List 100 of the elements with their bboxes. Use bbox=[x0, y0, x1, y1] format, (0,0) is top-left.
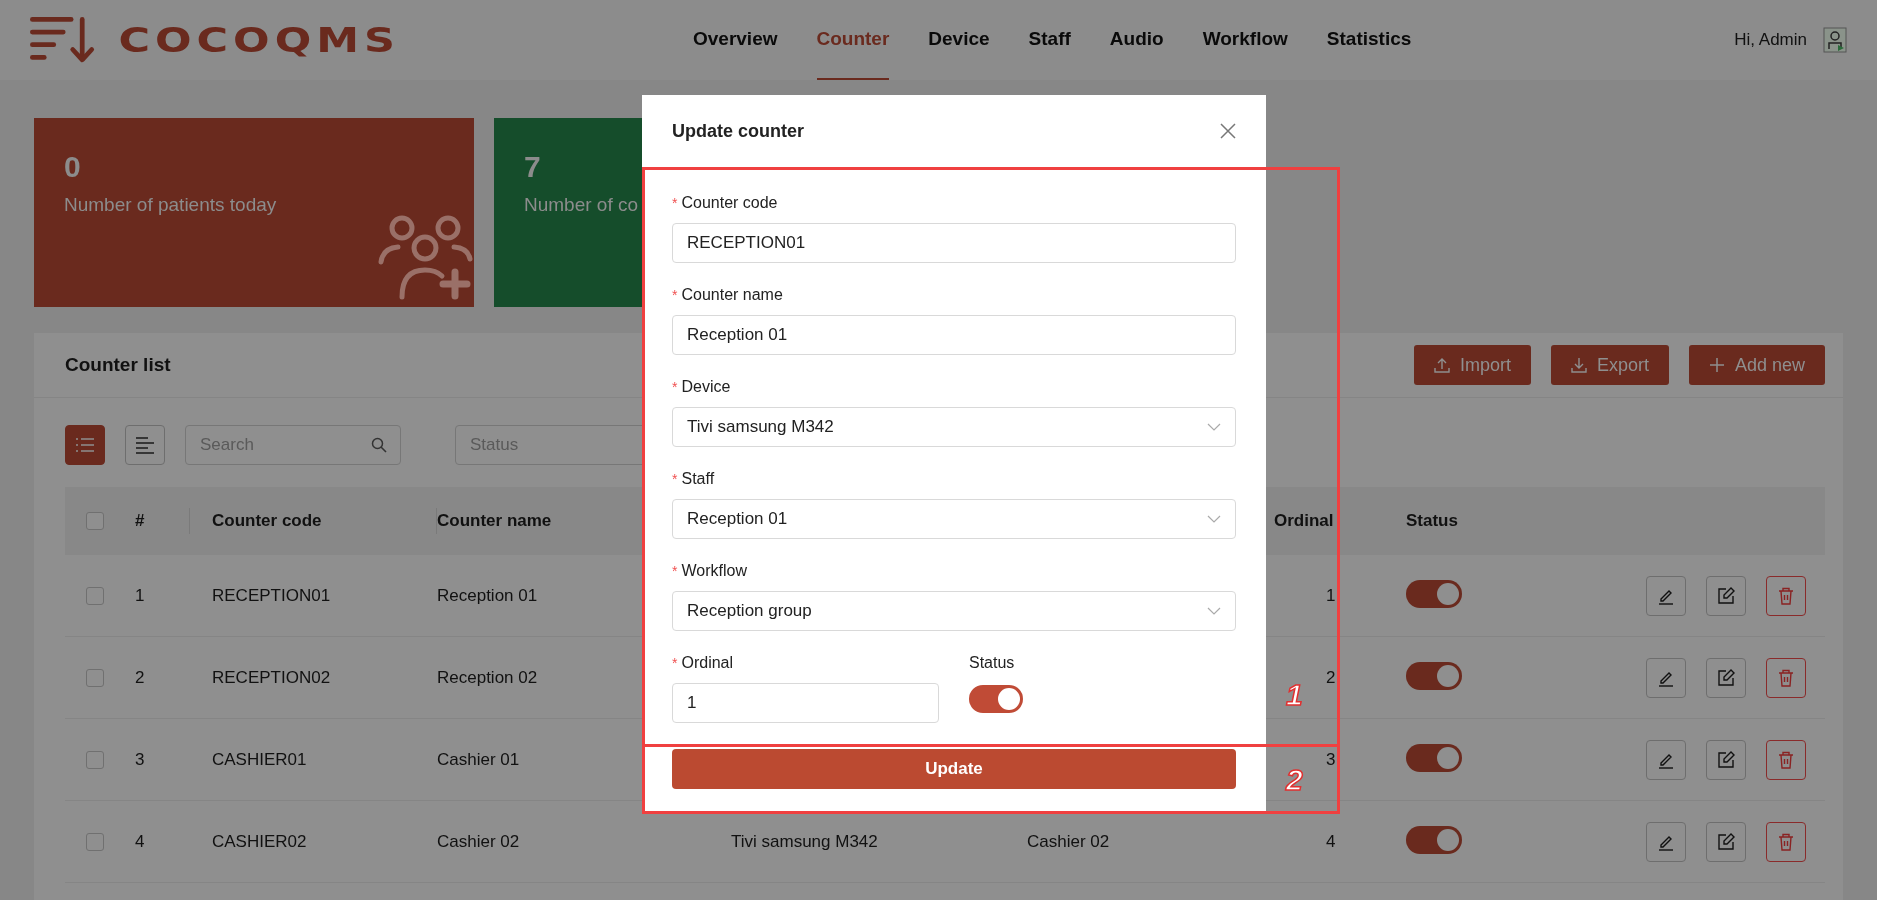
select-field[interactable]: Reception group bbox=[672, 591, 1236, 631]
edit-icon bbox=[1717, 750, 1735, 769]
table-cell: 2 bbox=[1326, 667, 1336, 687]
edit-button[interactable] bbox=[1706, 821, 1746, 862]
pen-button[interactable] bbox=[1646, 821, 1686, 862]
table-cell: Cashier 02 bbox=[437, 831, 520, 851]
field-label: Staff bbox=[681, 470, 715, 488]
field-label: Counter name bbox=[681, 286, 783, 304]
dialog-title: Update counter bbox=[672, 120, 804, 142]
search-icon bbox=[371, 437, 387, 453]
nav-tab[interactable]: Counter bbox=[816, 0, 890, 80]
stat-value: 7 bbox=[524, 150, 541, 184]
status-toggle[interactable] bbox=[969, 685, 1023, 713]
align-view-button[interactable] bbox=[125, 425, 165, 465]
table-cell: 2 bbox=[135, 667, 145, 687]
table-cell: Tivi samsung M342 bbox=[731, 831, 878, 851]
status-toggle[interactable] bbox=[1406, 825, 1462, 854]
table-cell: RECEPTION02 bbox=[212, 667, 331, 687]
table-cell: Cashier 02 bbox=[1027, 831, 1110, 851]
chevron-down-icon bbox=[1207, 423, 1221, 431]
greeting-text: Hi, Admin bbox=[1734, 30, 1807, 50]
stat-label: Number of co bbox=[524, 194, 639, 216]
list-view-button[interactable] bbox=[65, 425, 105, 465]
status-toggle[interactable] bbox=[1406, 661, 1462, 690]
column-header: Counter code bbox=[212, 511, 322, 530]
field-label: Workflow bbox=[681, 562, 747, 580]
update-button[interactable]: Update bbox=[672, 749, 1236, 789]
edit-icon bbox=[1717, 668, 1735, 687]
upload-icon bbox=[1433, 357, 1450, 373]
edit-button[interactable] bbox=[1706, 657, 1746, 698]
input-field[interactable]: Reception 01 bbox=[672, 315, 1236, 355]
avatar-icon[interactable] bbox=[1823, 27, 1847, 53]
stat-value: 0 bbox=[64, 150, 81, 184]
panel-title: Counter list bbox=[65, 354, 171, 376]
stat-label: Number of patients today bbox=[64, 194, 277, 216]
row-checkbox[interactable] bbox=[86, 668, 104, 687]
logo-text: COCOQMS bbox=[118, 20, 400, 60]
delete-button[interactable] bbox=[1766, 739, 1806, 780]
status-toggle[interactable] bbox=[1406, 743, 1462, 772]
nav-tab[interactable]: Audio bbox=[1109, 0, 1164, 80]
annotation-number: 2 bbox=[1286, 763, 1303, 797]
download-icon bbox=[1570, 357, 1587, 373]
add-new-button[interactable]: Add new bbox=[1688, 345, 1825, 385]
edit-button[interactable] bbox=[1706, 739, 1746, 780]
select-field[interactable]: Reception 01 bbox=[672, 499, 1236, 539]
plus-icon bbox=[1708, 357, 1725, 373]
table-cell: Reception 01 bbox=[437, 585, 538, 605]
table-cell: Cashier 01 bbox=[437, 749, 520, 769]
required-mark: * bbox=[672, 471, 678, 487]
input-field[interactable]: RECEPTION01 bbox=[672, 223, 1236, 263]
field-label: Device bbox=[681, 378, 731, 396]
row-checkbox[interactable] bbox=[86, 832, 104, 851]
required-mark: * bbox=[672, 379, 678, 395]
trash-icon bbox=[1777, 586, 1795, 605]
edit-icon bbox=[1717, 586, 1735, 605]
table-cell: Reception 02 bbox=[437, 667, 538, 687]
edit-button[interactable] bbox=[1706, 575, 1746, 616]
table-cell: 1 bbox=[135, 585, 145, 605]
people-plus-icon bbox=[378, 214, 474, 300]
required-mark: * bbox=[672, 195, 678, 211]
list-icon bbox=[75, 437, 95, 453]
nav-tab[interactable]: Staff bbox=[1028, 0, 1071, 80]
pen-button[interactable] bbox=[1646, 739, 1686, 780]
select-field[interactable]: Tivi samsung M342 bbox=[672, 407, 1236, 447]
edit-icon bbox=[1717, 832, 1735, 851]
delete-button[interactable] bbox=[1766, 657, 1806, 698]
pen-button[interactable] bbox=[1646, 657, 1686, 698]
annotation-number: 1 bbox=[1286, 678, 1303, 712]
input-field[interactable]: 1 bbox=[672, 683, 939, 723]
chevron-down-icon bbox=[1207, 607, 1221, 615]
column-header: # bbox=[135, 511, 145, 530]
required-mark: * bbox=[672, 287, 678, 303]
table-cell: 4 bbox=[135, 831, 145, 851]
column-header: Counter name bbox=[437, 511, 552, 530]
export-button[interactable]: Export bbox=[1550, 345, 1669, 385]
trash-icon bbox=[1777, 668, 1795, 687]
nav-tab[interactable]: Statistics bbox=[1326, 0, 1412, 80]
delete-button[interactable] bbox=[1766, 821, 1806, 862]
row-checkbox[interactable] bbox=[86, 586, 104, 605]
field-label: Status bbox=[969, 654, 1015, 672]
align-left-icon bbox=[135, 436, 155, 454]
nav-tab[interactable]: Device bbox=[928, 0, 990, 80]
field-label: Counter code bbox=[681, 194, 778, 212]
import-button[interactable]: Import bbox=[1413, 345, 1531, 385]
table-cell: 3 bbox=[135, 749, 145, 769]
status-toggle[interactable] bbox=[1406, 579, 1462, 608]
trash-icon bbox=[1777, 832, 1795, 851]
trash-icon bbox=[1777, 750, 1795, 769]
delete-button[interactable] bbox=[1766, 575, 1806, 616]
nav-tab[interactable]: Workflow bbox=[1202, 0, 1288, 80]
close-icon[interactable] bbox=[1220, 123, 1236, 139]
pen-button[interactable] bbox=[1646, 575, 1686, 616]
table-cell: CASHIER01 bbox=[212, 749, 307, 769]
select-all-checkbox[interactable] bbox=[86, 512, 104, 530]
field-label: Ordinal bbox=[681, 654, 734, 672]
row-checkbox[interactable] bbox=[86, 750, 104, 769]
chevron-down-icon bbox=[1207, 515, 1221, 523]
table-cell: 4 bbox=[1326, 831, 1336, 851]
nav-tab[interactable]: Overview bbox=[693, 0, 778, 80]
required-mark: * bbox=[672, 563, 678, 579]
